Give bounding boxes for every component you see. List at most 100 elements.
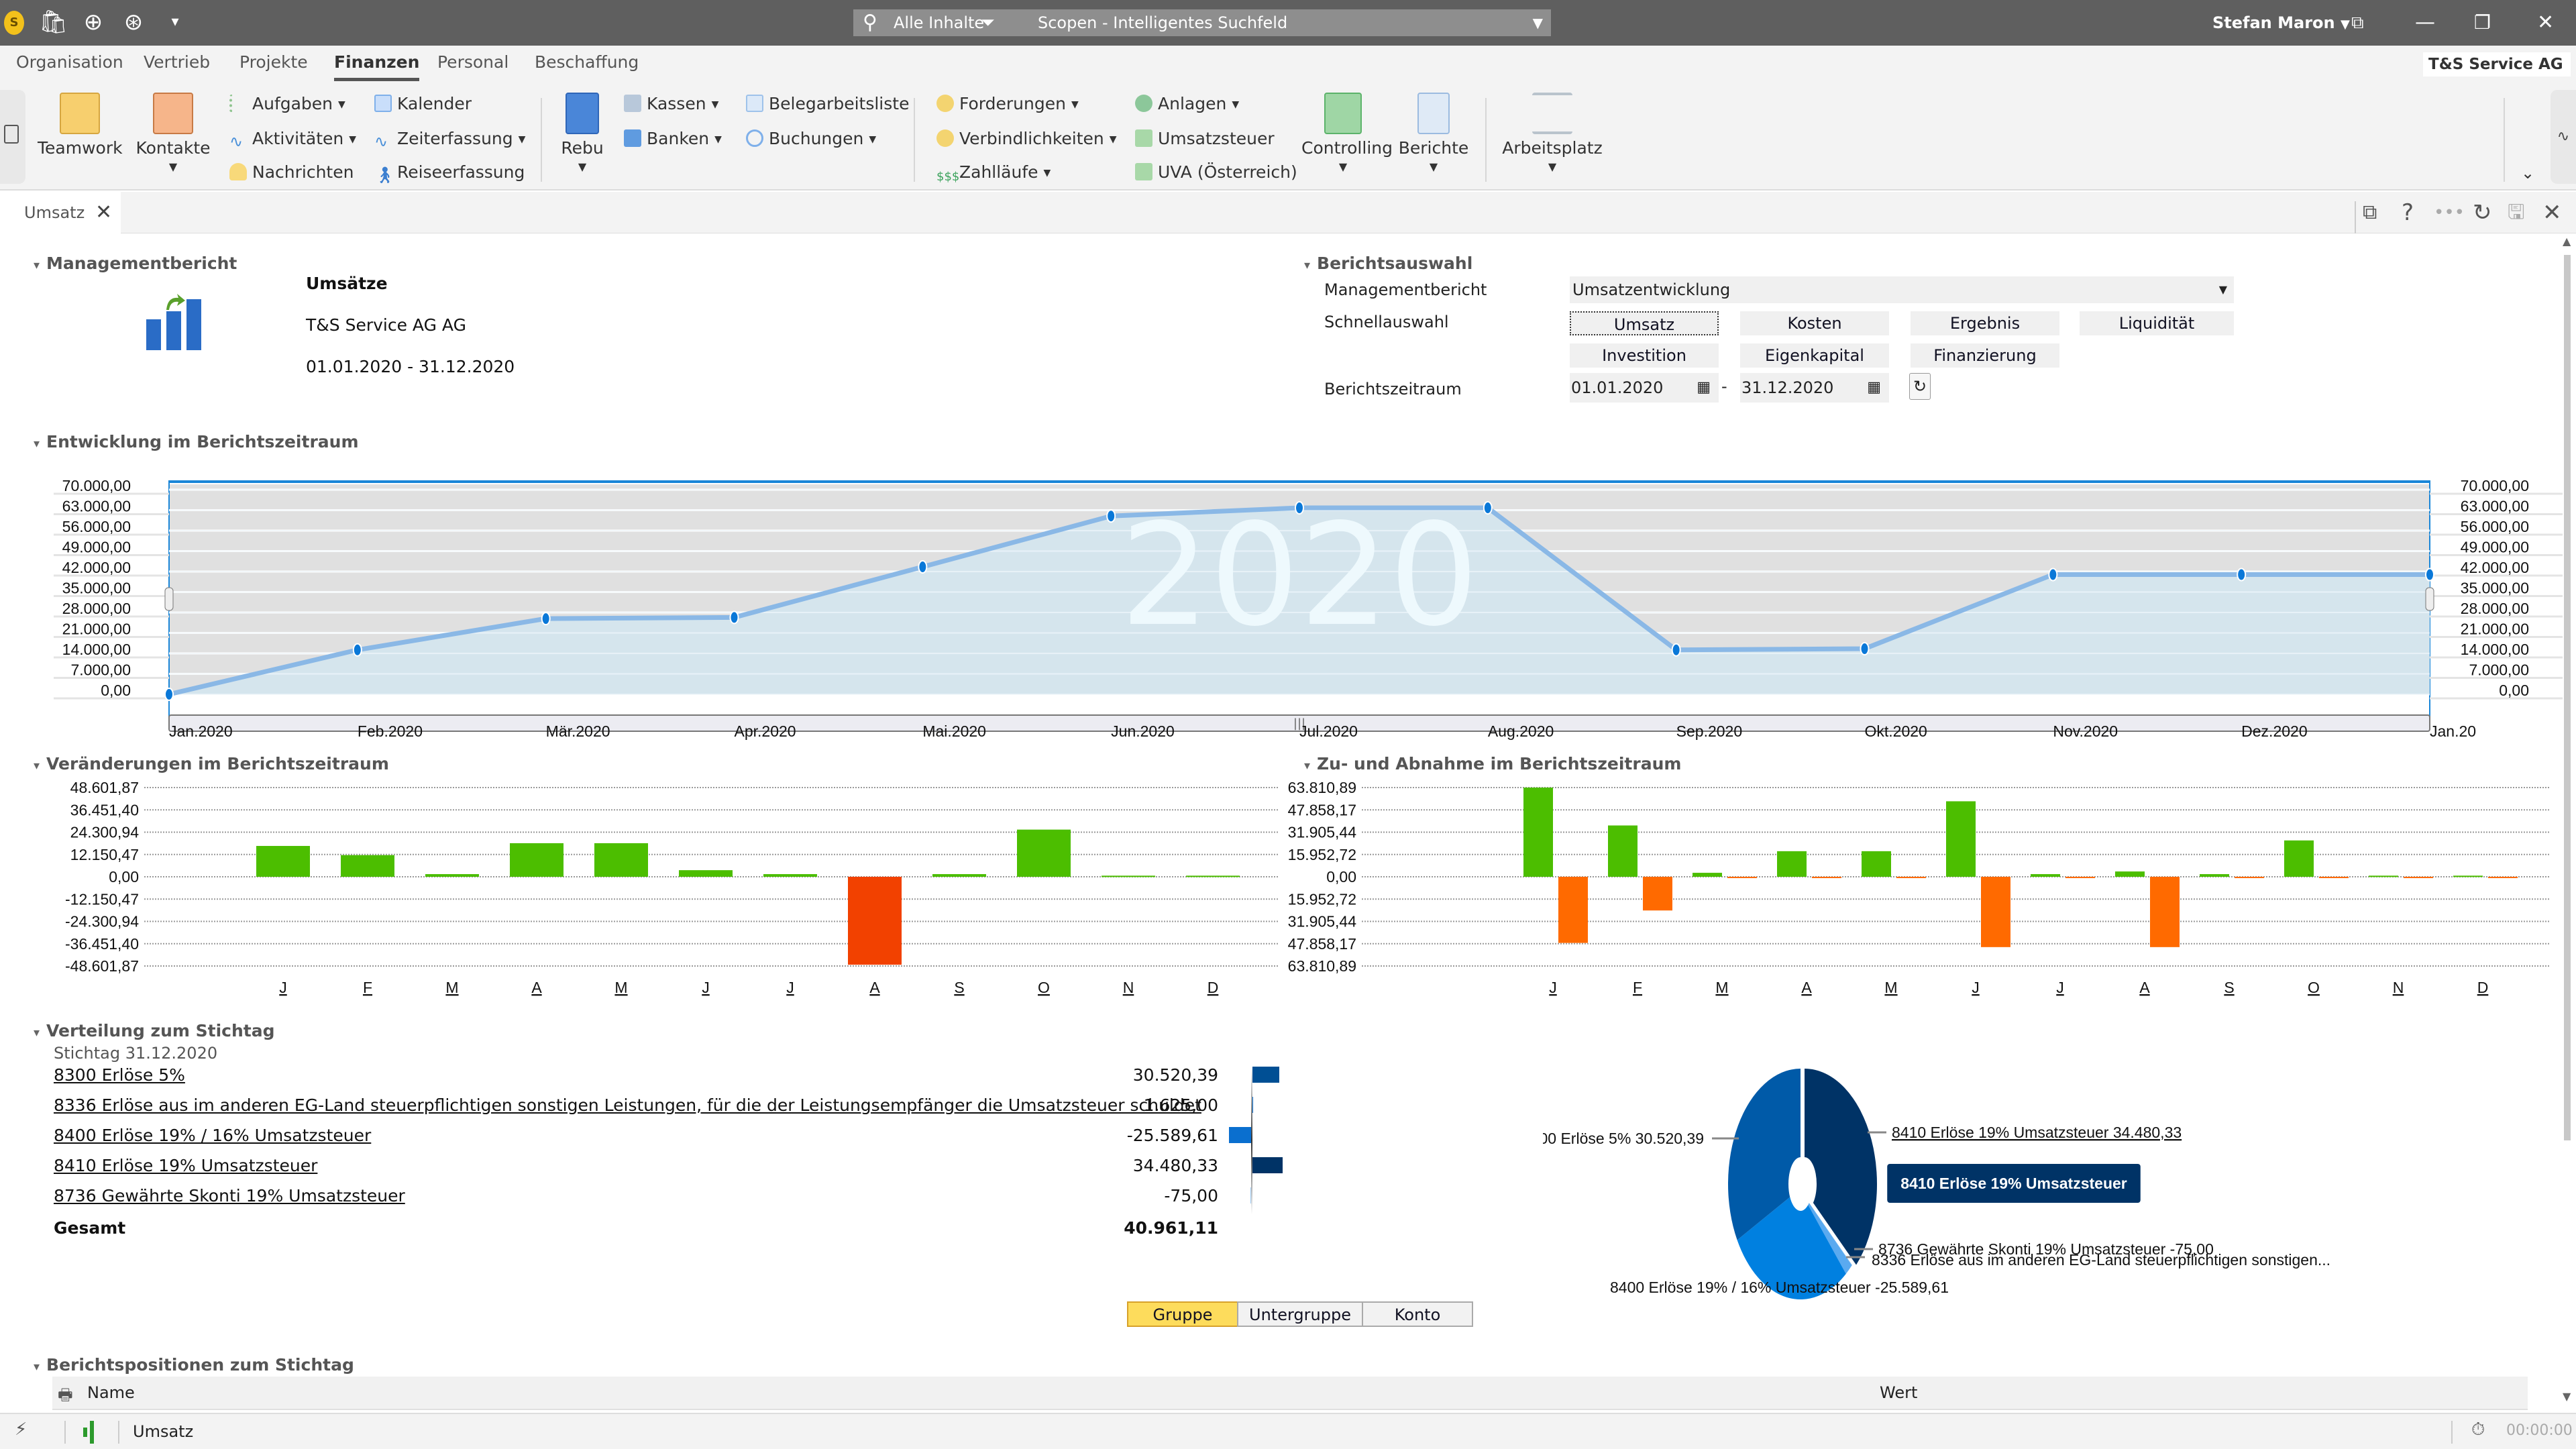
banken-button[interactable]: Banken ▼ [624, 129, 722, 148]
x-tick-label: Nov.2020 [2053, 722, 2118, 740]
distribution-donut-chart: 8300 Erlöse 5% 30.520,39 8410 Erlöse 19% … [1543, 1069, 2330, 1299]
account-link[interactable]: 8736 Gewährte Skonti 19% Umsatzsteuer [54, 1186, 405, 1205]
refresh-icon[interactable]: ↻ [2473, 192, 2492, 233]
activity-panel-icon[interactable]: ∿ [2551, 90, 2576, 184]
stopwatch-icon[interactable]: ⏱ [2471, 1419, 2485, 1440]
belegarbeitsliste-button[interactable]: Belegarbeitsliste [746, 94, 909, 113]
refresh-period-button[interactable]: ↻ [1909, 373, 1931, 400]
app-logo-icon[interactable]: S [4, 11, 24, 35]
kontakte-button[interactable]: Kontakte ▼ [134, 93, 212, 173]
column-header-wert[interactable]: Wert [1880, 1383, 1917, 1402]
quick-ergebnis-button[interactable]: Ergebnis [1911, 311, 2059, 335]
save-icon[interactable]: 🖫 [2508, 192, 2525, 233]
close-tab-icon[interactable]: ✕ [95, 192, 112, 233]
help-lifebuoy-icon[interactable]: ⊛ [119, 8, 148, 36]
section-berichtspositionen[interactable]: Berichtspositionen zum Stichtag [34, 1355, 354, 1375]
account-link[interactable]: 8300 Erlöse 5% [54, 1065, 185, 1085]
account-link[interactable]: 8400 Erlöse 19% / 16% Umsatzsteuer [54, 1126, 371, 1145]
menu-tab-organisation[interactable]: Organisation [16, 52, 123, 72]
quick-investition-button[interactable]: Investition [1570, 343, 1719, 368]
anlagen-button[interactable]: Anlagen ▼ [1135, 94, 1239, 113]
company-selector[interactable]: T&S Service AG ▼ [2423, 52, 2571, 96]
status-separator [2451, 1421, 2453, 1444]
chevron-down-icon[interactable]: ▼ [1533, 9, 1543, 36]
chevron-down-icon: ▼ [1043, 168, 1051, 178]
section-berichtsauswahl[interactable]: Berichtsauswahl [1304, 254, 1472, 273]
menu-tab-projekte[interactable]: Projekte [239, 52, 308, 72]
calendar-icon[interactable]: ▦ [1867, 373, 1881, 402]
scrollbar-thumb[interactable] [2564, 255, 2571, 1140]
close-document-icon[interactable]: ✕ [2542, 192, 2562, 233]
berichte-button[interactable]: Berichte ▼ [1397, 93, 1470, 173]
section-entwicklung[interactable]: Entwicklung im Berichtszeitraum [34, 432, 358, 451]
section-veraenderungen[interactable]: Veränderungen im Berichtszeitraum [34, 754, 389, 773]
minimize-icon[interactable]: — [2415, 0, 2435, 46]
menu-tab-vertrieb[interactable]: Vertrieb [144, 52, 210, 72]
copy-window-icon[interactable]: ⧉ [2363, 192, 2377, 233]
menu-tab-personal[interactable]: Personal [437, 52, 508, 72]
aufgaben-button[interactable]: Aufgaben ▼ [229, 94, 345, 113]
quick-liquiditaet-button[interactable]: Liquidität [2080, 311, 2234, 335]
kalender-button[interactable]: Kalender [374, 94, 472, 113]
vat-scissors-icon [1135, 129, 1152, 147]
kassen-button[interactable]: Kassen ▼ [624, 94, 718, 113]
kassen-label: Kassen [647, 94, 706, 113]
forderungen-button[interactable]: Forderungen ▼ [936, 94, 1079, 113]
menu-tab-finanzen[interactable]: Finanzen [334, 52, 420, 81]
scroll-up-icon[interactable]: ▲ [2563, 235, 2571, 248]
section-zu-abnahme[interactable]: Zu- und Abnahme im Berichtszeitraum [1304, 754, 1681, 773]
rebu-button[interactable]: Rebu ▼ [554, 93, 610, 173]
section-verteilung[interactable]: Verteilung zum Stichtag [34, 1021, 274, 1040]
total-value: 40.961,11 [1124, 1218, 1218, 1238]
tab-umsatz[interactable]: Umsatz ✕ [0, 192, 121, 233]
account-link[interactable]: 8410 Erlöse 19% Umsatzsteuer [54, 1156, 317, 1175]
column-header-name[interactable]: Name [87, 1383, 135, 1402]
date-from-field[interactable]: 01.01.2020 ▦ [1570, 373, 1719, 402]
vertical-scrollbar[interactable]: ▲ ▼ [2560, 235, 2575, 1409]
buchungen-button[interactable]: Buchungen ▼ [746, 129, 876, 148]
search-scope[interactable]: Alle Inhalte [894, 9, 984, 36]
teamwork-button[interactable]: Teamwork [38, 93, 123, 158]
close-icon[interactable]: ✕ [2537, 0, 2554, 46]
global-search-field[interactable]: ⚲ Alle Inhalte ⏷ Scopen - Intelligentes … [853, 9, 1551, 36]
report-select[interactable]: Umsatzentwicklung ▼ [1570, 276, 2234, 303]
quick-eigenkapital-button[interactable]: Eigenkapital [1740, 343, 1889, 368]
uva-button[interactable]: UVA (Österreich) [1135, 162, 1297, 182]
quick-actions-icon[interactable]: ⚡ [15, 1419, 27, 1440]
restore-icon[interactable]: ❐ [2474, 0, 2491, 46]
quick-finanzierung-button[interactable]: Finanzierung [1911, 343, 2059, 368]
zeiterfassung-button[interactable]: ∿ Zeiterfassung ▼ [374, 129, 525, 150]
quick-kosten-button[interactable]: Kosten [1740, 311, 1889, 335]
filter-icon[interactable]: ⏷ [981, 9, 995, 36]
group-untergruppe-button[interactable]: Untergruppe [1237, 1301, 1363, 1327]
controlling-button[interactable]: Controlling ▼ [1301, 93, 1393, 173]
development-area-chart[interactable]: 0,00 0,00 7.000,00 7.000,00 14.000,00 14.000,… [0, 456, 2576, 745]
print-icon[interactable]: 🖶 [58, 1383, 73, 1411]
help-icon[interactable]: ? [2402, 192, 2414, 233]
arbeitsplatz-button[interactable]: Arbeitsplatz ▼ [1500, 93, 1605, 173]
user-menu[interactable]: Stefan Maron ▼ [2212, 0, 2350, 48]
date-to-field[interactable]: 31.12.2020 ▦ [1740, 373, 1889, 402]
umsatzsteuer-button[interactable]: Umsatzsteuer [1135, 129, 1275, 148]
undock-icon[interactable]: ⧉ [2351, 0, 2364, 46]
verbindlichkeiten-button[interactable]: Verbindlichkeiten ▼ [936, 129, 1117, 148]
aktivitaeten-button[interactable]: ∿ Aktivitäten ▼ [229, 129, 356, 150]
account-link[interactable]: 8336 Erlöse aus im anderen EG-Land steue… [54, 1095, 1201, 1115]
group-gruppe-button[interactable]: Gruppe [1127, 1301, 1238, 1327]
group-konto-button[interactable]: Konto [1362, 1301, 1473, 1327]
add-circle-icon[interactable]: ⊕ [79, 8, 107, 36]
zahllaeufe-button[interactable]: $$$Zahlläufe ▼ [936, 162, 1051, 186]
x-tick-label: Feb.2020 [358, 722, 423, 740]
scroll-down-icon[interactable]: ▼ [2563, 1390, 2571, 1403]
section-managementbericht[interactable]: Managementbericht [34, 254, 237, 273]
ribbon-sidebar-toggle[interactable] [0, 90, 25, 184]
quick-access-dropdown-icon[interactable]: ▾ [161, 8, 189, 36]
more-options-icon[interactable]: ••• [2434, 192, 2465, 233]
reiseerfassung-button[interactable]: 🚶︎ Reiseerfassung [374, 162, 525, 184]
ribbon-collapse-icon[interactable]: ⌄ [2521, 164, 2534, 182]
menu-tab-beschaffung[interactable]: Beschaffung [535, 52, 639, 72]
quick-umsatz-button[interactable]: Umsatz [1570, 311, 1719, 335]
nachrichten-button[interactable]: Nachrichten [229, 162, 354, 182]
calendar-icon[interactable]: ▦ [1697, 373, 1711, 402]
shopping-bag-icon[interactable]: 🛍︎ [39, 8, 68, 36]
